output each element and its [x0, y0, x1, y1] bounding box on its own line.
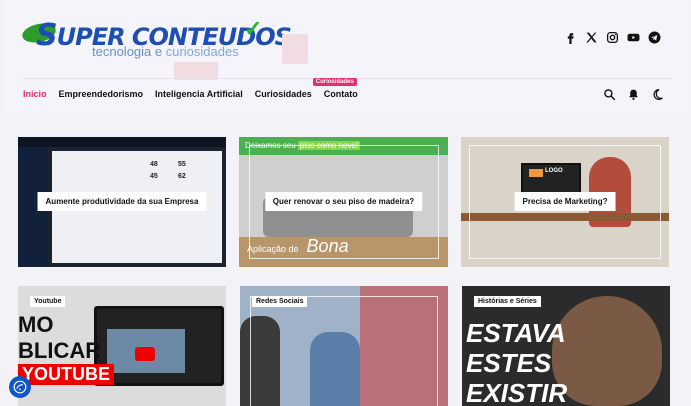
nav-badge: Curiosidades: [312, 78, 357, 86]
ad-footer-brand: Bona: [306, 236, 349, 256]
logo-tagline: tecnologia e curiosidades: [92, 44, 239, 59]
category-tag[interactable]: Redes Sociais: [252, 296, 308, 307]
post-card[interactable]: ESTAVA ESTES EXISTIR Histórias e Séries: [462, 286, 670, 406]
category-tag[interactable]: Youtube: [30, 296, 66, 307]
x-icon[interactable]: [584, 30, 598, 44]
site-header: SUPER CONTEUDOS ✓ tecnologia e curiosida…: [4, 0, 687, 118]
ad-footer: Aplicação de Bona: [247, 236, 349, 257]
overlay-text: MO BLICAR: [18, 312, 101, 364]
overlay-line: MO: [18, 312, 54, 337]
overlay-text: ESTAVA ESTES EXISTIR: [466, 318, 567, 406]
post-card[interactable]: Redes Sociais: [240, 286, 448, 406]
logo-tagline-accent: curiosidades: [165, 44, 239, 59]
post-card[interactable]: MO BLICAR YOUTUBE Youtube: [18, 286, 226, 406]
dashboard-stat: 55: [178, 161, 186, 168]
moon-icon[interactable]: [651, 88, 664, 101]
main-nav: Início Empreendedorismo Inteligencia Art…: [23, 78, 358, 99]
dashboard-stat: 62: [178, 173, 186, 180]
card-title[interactable]: Quer renovar o seu piso de madeira?: [264, 192, 423, 211]
youtube-icon[interactable]: [626, 30, 640, 44]
overlay-line: ESTAVA: [466, 318, 566, 348]
site-logo[interactable]: SUPER CONTEUDOS ✓ tecnologia e curiosida…: [20, 16, 292, 62]
nav-item-curiosidades[interactable]: Curiosidades: [255, 89, 312, 99]
nav-item-contato[interactable]: Contato: [324, 89, 358, 99]
face-illustration: [552, 296, 662, 406]
overlay-line: BLICAR: [18, 338, 102, 363]
post-card[interactable]: Deixamos seu piso como novo! Aplicação d…: [239, 137, 448, 267]
youtube-badge: YOUTUBE: [18, 364, 115, 385]
ad-footer-small: Aplicação de: [247, 244, 299, 254]
facebook-icon[interactable]: [563, 30, 577, 44]
logo-check-mark: ✓: [244, 16, 263, 41]
logo-s-letter: S: [36, 18, 58, 53]
dashboard-stat: 45: [150, 173, 158, 180]
nav-item-contato-wrap: Curiosidades Contato: [312, 78, 358, 99]
post-card[interactable]: 48 55 45 62 Aumente produtividade da sua…: [18, 137, 226, 267]
logo-tagline-text: tecnologia e: [92, 44, 166, 59]
header-tools: [603, 88, 664, 101]
overlay-line: ESTES: [466, 348, 552, 378]
play-icon: [135, 347, 155, 361]
post-card[interactable]: LOGO Precisa de Marketing?: [461, 137, 669, 267]
nav-item-inicio[interactable]: Início: [23, 89, 47, 99]
accessibility-icon[interactable]: [9, 376, 31, 398]
card-frame: [250, 296, 438, 406]
bell-icon[interactable]: [627, 88, 640, 101]
overlay-line: EXISTIR: [466, 378, 568, 406]
card-title[interactable]: Aumente produtividade da sua Empresa: [37, 192, 207, 211]
social-links: [563, 30, 661, 44]
search-icon[interactable]: [603, 88, 616, 101]
instagram-icon[interactable]: [605, 30, 619, 44]
dashboard-stat: 48: [150, 161, 158, 168]
nav-item-inteligencia-artificial[interactable]: Inteligencia Artificial: [155, 89, 243, 99]
category-tag[interactable]: Histórias e Séries: [474, 296, 541, 307]
card-title[interactable]: Precisa de Marketing?: [514, 192, 616, 211]
nav-item-empreendedorismo[interactable]: Empreendedorismo: [59, 89, 144, 99]
telegram-icon[interactable]: [647, 30, 661, 44]
decorative-block: [282, 34, 308, 64]
dashboard-topbar: [18, 137, 226, 147]
